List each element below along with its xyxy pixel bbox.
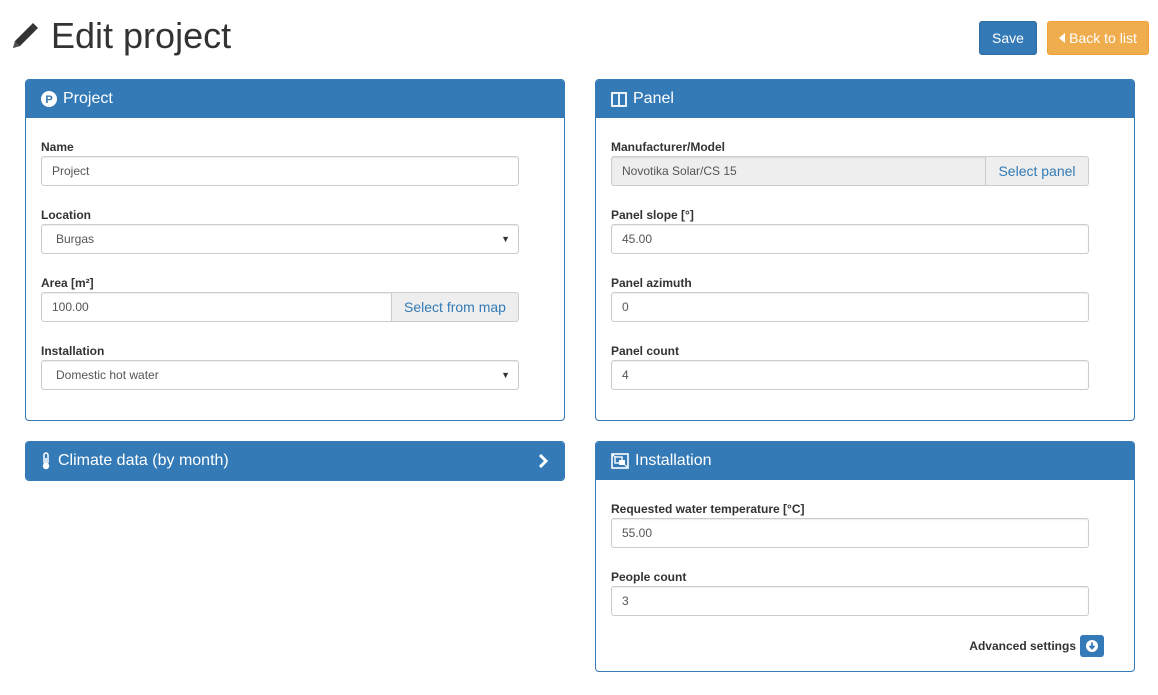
project-panel: P Project Name Project Location Burgas ▼…	[25, 79, 565, 421]
installation-icon	[611, 453, 629, 469]
svg-text:P: P	[45, 94, 52, 106]
count-input[interactable]: 4	[611, 360, 1089, 390]
climate-panel-heading[interactable]: Climate data (by month)	[26, 442, 564, 480]
azimuth-input-value: 0	[622, 300, 629, 314]
people-input[interactable]: 3	[611, 586, 1089, 616]
installation-select-value: Domestic hot water	[56, 368, 159, 382]
area-input-value: 100.00	[52, 300, 89, 314]
temp-input-value: 55.00	[622, 526, 653, 540]
installation-panel-title: Installation	[635, 452, 712, 469]
installation-select[interactable]: Domestic hot water ▼	[41, 360, 519, 390]
panel-panel-heading: Panel	[596, 80, 1134, 118]
back-to-list-label: Back to list	[1069, 30, 1137, 46]
advanced-settings[interactable]: Advanced settings	[969, 635, 1104, 657]
panel-panel-title: Panel	[633, 90, 674, 107]
chevron-right-icon[interactable]	[538, 454, 548, 468]
climate-panel-title: Climate data (by month)	[58, 452, 229, 469]
slope-input[interactable]: 45.00	[611, 224, 1089, 254]
thermometer-icon	[42, 452, 50, 470]
temp-input[interactable]: 55.00	[611, 518, 1089, 548]
caret-down-icon: ▼	[501, 234, 510, 244]
installation-label: Installation	[41, 344, 105, 358]
people-input-value: 3	[622, 594, 629, 608]
area-input[interactable]: 100.00	[41, 292, 392, 322]
save-button-label: Save	[992, 30, 1024, 46]
slope-label: Panel slope [°]	[611, 208, 694, 222]
climate-panel[interactable]: Climate data (by month)	[25, 441, 565, 481]
count-input-value: 4	[622, 368, 629, 382]
select-from-map-button[interactable]: Select from map	[391, 292, 519, 322]
azimuth-input[interactable]: 0	[611, 292, 1089, 322]
page-title: Edit project	[9, 14, 231, 58]
caret-left-icon	[1059, 33, 1066, 43]
model-input-value: Novotika Solar/CS 15	[622, 164, 737, 178]
location-select-value: Burgas	[56, 232, 95, 246]
slope-input-value: 45.00	[622, 232, 653, 246]
pencil-icon	[13, 23, 38, 48]
select-panel-label: Select panel	[998, 163, 1076, 179]
back-to-list-button[interactable]: Back to list	[1047, 21, 1149, 55]
area-label: Area [m²]	[41, 276, 94, 290]
advanced-settings-label: Advanced settings	[969, 639, 1076, 653]
save-button[interactable]: Save	[979, 21, 1037, 55]
installation-panel-heading: Installation	[596, 442, 1134, 480]
installation-panel: Installation Requested water temperature…	[595, 441, 1135, 672]
advanced-settings-button[interactable]	[1080, 635, 1104, 657]
model-input: Novotika Solar/CS 15	[611, 156, 986, 186]
caret-down-icon: ▼	[501, 370, 510, 380]
count-label: Panel count	[611, 344, 680, 358]
page-title-text: Edit project	[51, 15, 232, 56]
model-label: Manufacturer/Model	[611, 140, 726, 154]
name-label: Name	[41, 140, 74, 154]
panel-panel: Panel Manufacturer/Model Novotika Solar/…	[595, 79, 1135, 421]
project-panel-title: Project	[63, 90, 113, 107]
columns-icon	[611, 91, 627, 107]
people-label: People count	[611, 570, 687, 584]
azimuth-label: Panel azimuth	[611, 276, 692, 290]
location-label: Location	[41, 208, 91, 222]
name-input[interactable]: Project	[41, 156, 519, 186]
project-panel-heading: P Project	[26, 80, 564, 118]
temp-label: Requested water temperature [°C]	[611, 502, 805, 516]
parking-icon: P	[41, 91, 57, 107]
name-input-value: Project	[52, 164, 90, 178]
arrow-down-icon	[1086, 640, 1098, 652]
select-from-map-label: Select from map	[404, 299, 506, 315]
location-select[interactable]: Burgas ▼	[41, 224, 519, 254]
select-panel-button[interactable]: Select panel	[985, 156, 1089, 186]
